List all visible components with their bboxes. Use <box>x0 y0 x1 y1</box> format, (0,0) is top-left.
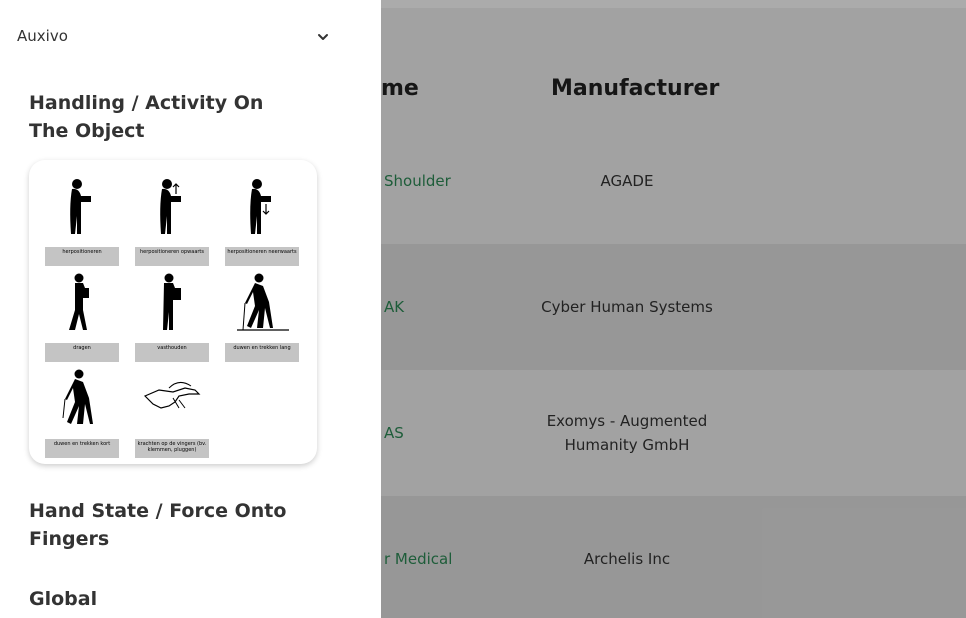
person-lifting-down-icon <box>250 179 271 234</box>
pictogram-label: duwen en trekken lang <box>225 343 299 362</box>
pictogram-item[interactable]: duwen en trekken lang <box>225 272 301 362</box>
pictogram-label: herpositioneren neerwaarts <box>225 247 299 266</box>
hand-force-icon <box>143 382 201 409</box>
person-lifting-box-icon <box>70 179 91 234</box>
chevron-down-icon <box>318 34 328 40</box>
person-lifting-up-icon <box>160 179 181 234</box>
pictogram-label: krachten op de vingers (bv. klemmen, plu… <box>135 439 209 458</box>
pictogram-label: dragen <box>45 343 119 362</box>
person-holding-icon <box>163 273 181 330</box>
pictogram-card: herpositioneren herpositioneren opwaarts… <box>29 160 317 464</box>
pictogram-item[interactable]: herpositioneren neerwaarts <box>225 176 301 266</box>
exoskeleton-select[interactable]: Auxivo <box>0 18 345 54</box>
section-title-hand-state[interactable]: Hand State / Force Onto Fingers <box>29 497 299 553</box>
pictogram-item[interactable]: dragen <box>45 272 121 362</box>
person-pushing-long-icon <box>237 273 289 331</box>
pictogram-label: vasthouden <box>135 343 209 362</box>
filter-sidebar: Auxivo Handling / Activity On The Object… <box>0 0 381 618</box>
person-carrying-icon <box>69 273 89 330</box>
section-title-handling[interactable]: Handling / Activity On The Object <box>29 89 299 145</box>
pictogram-item[interactable]: herpositioneren <box>45 176 121 266</box>
pictogram-item[interactable]: krachten op de vingers (bv. klemmen, plu… <box>135 368 211 458</box>
pictogram-item[interactable]: vasthouden <box>135 272 211 362</box>
person-pushing-short-icon <box>62 369 93 424</box>
pictogram-label: duwen en trekken kort <box>45 439 119 458</box>
pictogram-label: herpositioneren <box>45 247 119 266</box>
pictogram-item[interactable]: duwen en trekken kort <box>45 368 121 458</box>
pictogram-item[interactable]: herpositioneren opwaarts <box>135 176 211 266</box>
pictogram-label: herpositioneren opwaarts <box>135 247 209 266</box>
select-value: Auxivo <box>17 27 68 45</box>
section-title-global[interactable]: Global <box>29 585 299 613</box>
